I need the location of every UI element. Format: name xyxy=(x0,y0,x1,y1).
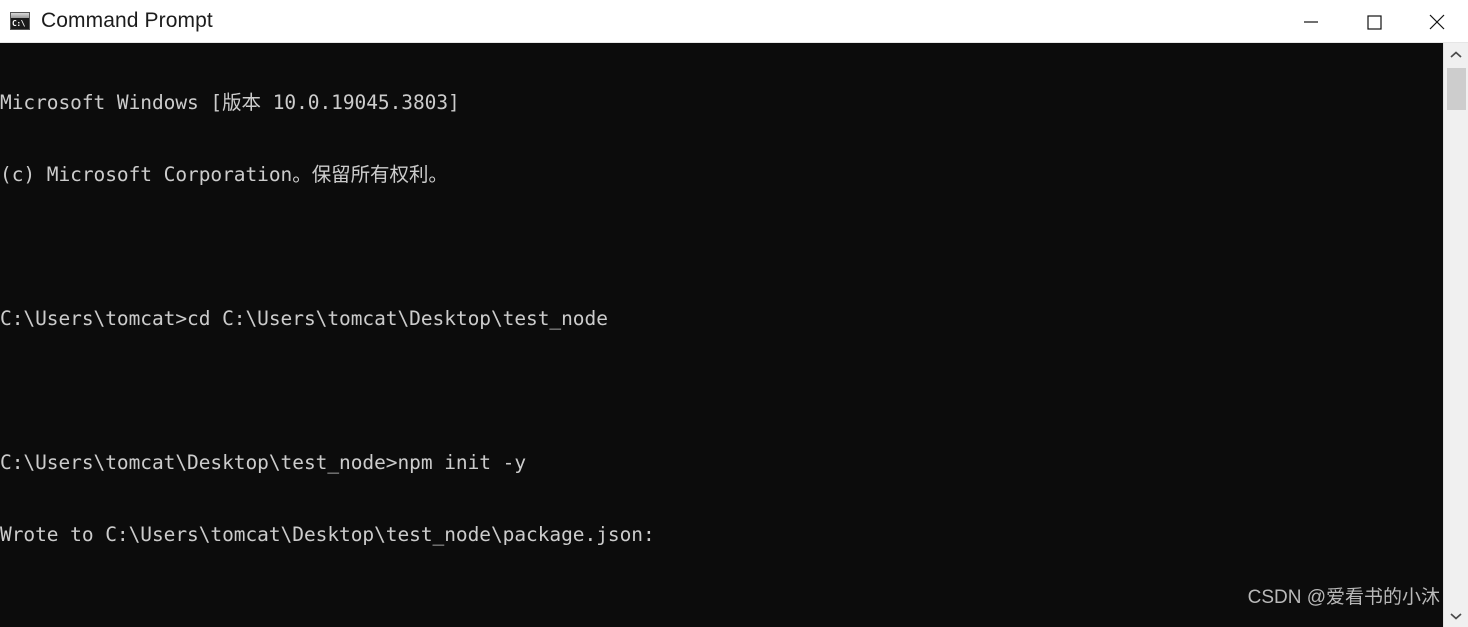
vertical-scrollbar[interactable] xyxy=(1443,43,1468,627)
console-line: Microsoft Windows [版本 10.0.19045.3803] xyxy=(0,91,460,114)
command-prompt-icon: C:\ xyxy=(10,12,30,30)
scroll-down-button[interactable] xyxy=(1444,604,1468,627)
close-icon xyxy=(1429,14,1444,29)
scrollbar-thumb[interactable] xyxy=(1447,68,1466,110)
title-bar[interactable]: C:\ Command Prompt xyxy=(0,0,1468,43)
window-title: Command Prompt xyxy=(41,9,213,32)
minimize-icon xyxy=(1303,20,1318,23)
console-line: C:\Users\tomcat\Desktop\test_node>npm in… xyxy=(0,451,527,474)
console-line: (c) Microsoft Corporation。保留所有权利。 xyxy=(0,163,448,186)
scroll-up-button[interactable] xyxy=(1444,43,1468,66)
maximize-icon xyxy=(1366,14,1382,30)
close-button[interactable] xyxy=(1405,0,1468,43)
console-line: C:\Users\tomcat>cd C:\Users\tomcat\Deskt… xyxy=(0,307,608,330)
command-prompt-window: C:\ Command Prompt Microsoft Windows [版本… xyxy=(0,0,1468,627)
maximize-button[interactable] xyxy=(1342,0,1405,43)
minimize-button[interactable] xyxy=(1279,0,1342,43)
chevron-down-icon xyxy=(1450,612,1462,620)
title-bar-left: C:\ Command Prompt xyxy=(0,0,213,42)
console-line: Wrote to C:\Users\tomcat\Desktop\test_no… xyxy=(0,523,655,546)
window-controls xyxy=(1279,0,1468,43)
console-text: Microsoft Windows [版本 10.0.19045.3803] (… xyxy=(0,43,1443,627)
console-output-area[interactable]: Microsoft Windows [版本 10.0.19045.3803] (… xyxy=(0,43,1443,627)
icon-prompt-text: C:\ xyxy=(12,19,25,28)
chevron-up-icon xyxy=(1450,50,1462,58)
